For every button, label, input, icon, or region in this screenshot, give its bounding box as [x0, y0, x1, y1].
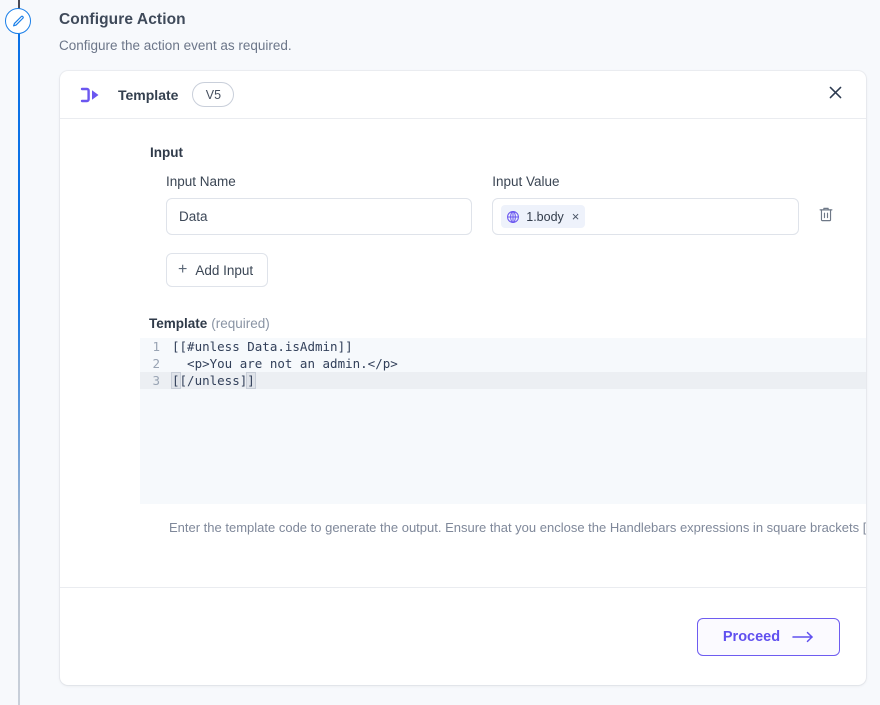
input-value-field[interactable]: 1.body ×: [492, 198, 799, 235]
code-line-text: [[/unless]]: [171, 372, 256, 389]
bracket-match-open: [: [171, 372, 181, 389]
code-line-active: 3 [[/unless]]: [140, 372, 866, 389]
bracket-match-close: ]: [246, 372, 256, 389]
template-required-note: (required): [211, 316, 270, 331]
plus-icon: +: [178, 261, 188, 278]
arrow-right-icon: [792, 631, 814, 643]
pencil-icon: [12, 15, 25, 28]
input-name-value: Data: [179, 209, 208, 224]
workflow-rail: [0, 0, 40, 705]
code-line-text: [[#unless Data.isAdmin]]: [172, 339, 353, 354]
delete-input-button[interactable]: [813, 198, 841, 235]
input-name-column: Input Name Data: [166, 174, 473, 235]
globe-icon: [506, 210, 520, 224]
rail-connector-line: [18, 34, 20, 705]
add-input-button[interactable]: + Add Input: [166, 253, 269, 287]
template-field-label: Template (required): [149, 316, 840, 331]
variable-chip-label: 1.body: [526, 209, 564, 224]
configure-action-card: Template V5 Input Input Name Data Input …: [60, 71, 866, 685]
trash-icon: [818, 206, 834, 228]
input-row: Input Name Data Input Value 1.body ×: [166, 174, 840, 235]
line-number: 1: [152, 339, 160, 354]
variable-chip-remove-icon[interactable]: ×: [572, 210, 580, 223]
input-value-column: Input Value 1.body ×: [492, 174, 799, 235]
page-heading-block: Configure Action Configure the action ev…: [59, 11, 759, 53]
close-icon: [827, 84, 844, 106]
template-label-text: Template: [149, 316, 208, 331]
rail-step-node[interactable]: [5, 8, 31, 34]
line-number: 3: [152, 373, 160, 388]
card-title: Template: [118, 86, 179, 103]
code-line-text: <p>You are not an admin.</p>: [172, 356, 398, 371]
version-badge: V5: [192, 82, 235, 107]
text-caret: [254, 374, 256, 388]
proceed-button[interactable]: Proceed: [697, 617, 840, 656]
line-number: 2: [152, 356, 160, 371]
close-button[interactable]: [822, 82, 848, 108]
variable-chip[interactable]: 1.body ×: [501, 205, 586, 228]
input-value-label: Input Value: [492, 174, 560, 189]
code-line: 2 <p>You are not an admin.</p>: [140, 355, 866, 372]
code-line: 1 [[#unless Data.isAdmin]]: [140, 338, 866, 355]
page-subtitle: Configure the action event as required.: [59, 38, 292, 53]
template-code-editor[interactable]: 1 [[#unless Data.isAdmin]] 2 <p>You are …: [140, 338, 866, 504]
card-body: Input Input Name Data Input Value 1.body…: [60, 119, 866, 577]
input-section-heading: Input: [150, 145, 183, 160]
input-name-field[interactable]: Data: [166, 198, 473, 235]
input-name-label: Input Name: [166, 174, 236, 189]
template-node-icon: [80, 84, 104, 106]
proceed-label: Proceed: [722, 628, 781, 645]
template-hint-text: Enter the template code to generate the …: [169, 520, 866, 535]
page-title: Configure Action: [59, 11, 186, 28]
card-header: Template V5: [60, 71, 866, 119]
card-footer: Proceed: [60, 587, 866, 685]
add-input-label: Add Input: [195, 262, 254, 278]
